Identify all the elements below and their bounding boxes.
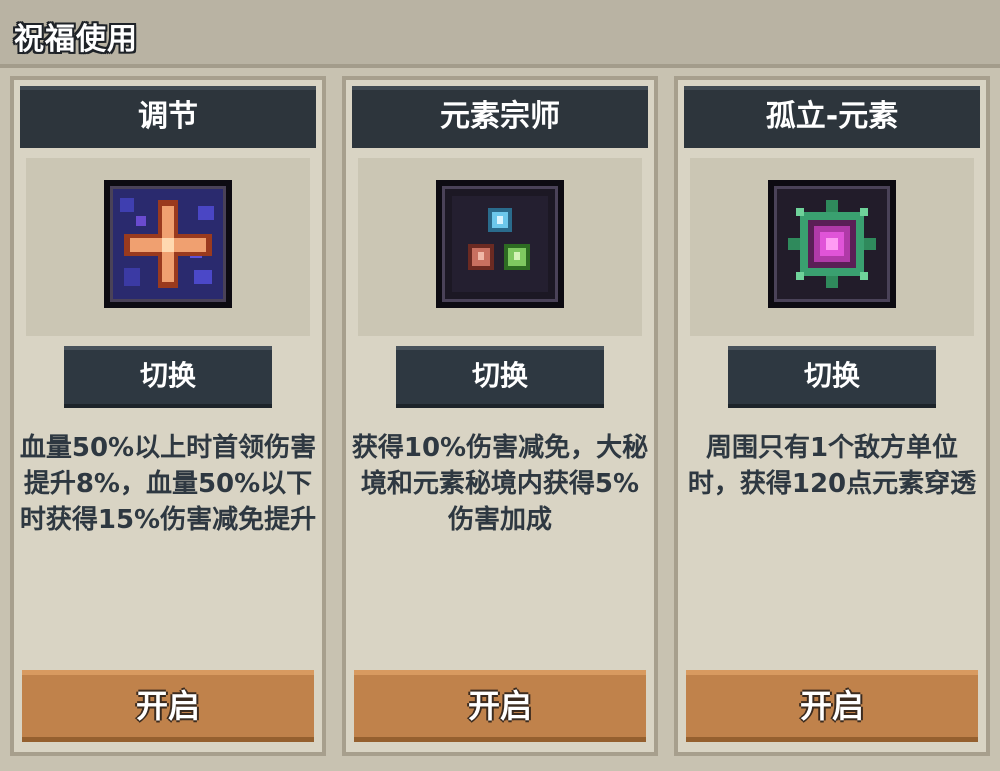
card-title: 调节 [20, 86, 316, 148]
card-description: 周围只有1个敌方单位时，获得120点元素穿透 [687, 433, 977, 499]
icon-panel [358, 158, 642, 336]
icon-panel [690, 158, 974, 336]
switch-button[interactable]: 切换 [396, 346, 604, 408]
blessing-card-isolated-element: 孤立-元素 切换 周围只有1个敌方单位时，获得120点元素穿透 开启 [674, 76, 990, 756]
page-title: 祝福使用 [14, 22, 138, 57]
switch-button[interactable]: 切换 [728, 346, 936, 408]
three-elements-icon [436, 180, 564, 308]
card-description: 获得10%伤害减免，大秘境和元素秘境内获得5%伤害加成 [351, 433, 649, 535]
card-description: 血量50%以上时首领伤害提升8%，血量50%以下时获得15%伤害减免提升 [19, 433, 317, 535]
open-button[interactable]: 开启 [686, 670, 978, 742]
open-button[interactable]: 开启 [22, 670, 314, 742]
cross-star-icon [104, 180, 232, 308]
switch-button[interactable]: 切换 [64, 346, 272, 408]
spiked-orb-icon [768, 180, 896, 308]
blessing-card-regulate: 调节 切换 血量50%以上时首领伤害提升8%，血量50%以下时获得15%伤害减免… [10, 76, 326, 756]
title-bar: 祝福使用 [0, 0, 1000, 68]
card-title: 孤立-元素 [684, 86, 980, 148]
icon-panel [26, 158, 310, 336]
blessing-card-element-master: 元素宗师 切换 获得10%伤害减免，大秘境和元素秘境内获得5%伤害加成 开启 [342, 76, 658, 756]
card-title: 元素宗师 [352, 86, 648, 148]
open-button[interactable]: 开启 [354, 670, 646, 742]
